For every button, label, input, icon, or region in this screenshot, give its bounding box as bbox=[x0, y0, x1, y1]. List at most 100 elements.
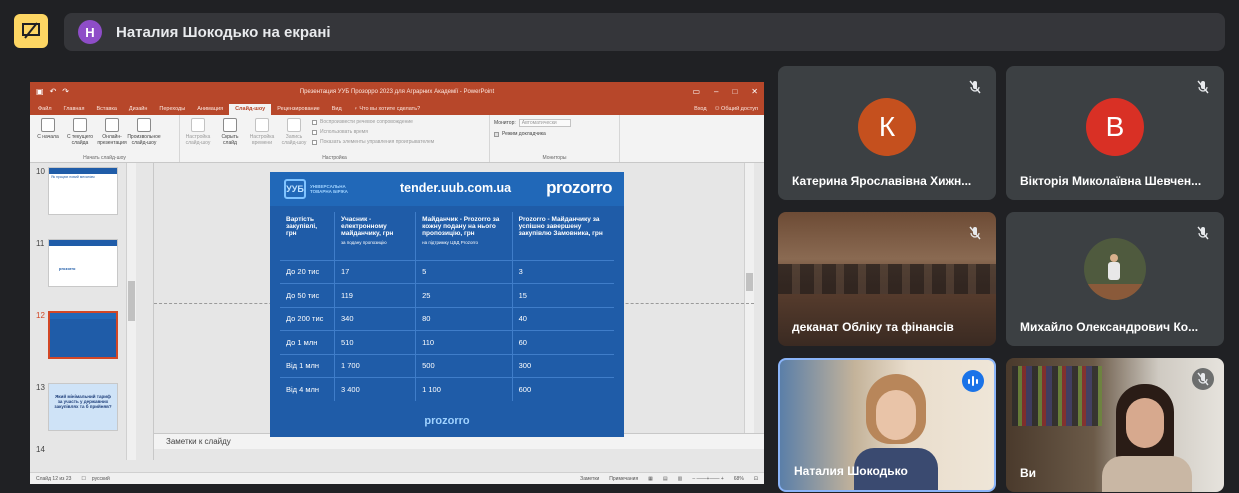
participant-name: Михайло Олександрович Ко... bbox=[1020, 320, 1199, 334]
zoom-slider[interactable]: – ——+—— + bbox=[692, 476, 723, 482]
tab-animations[interactable]: Анимация bbox=[191, 104, 229, 115]
show-media-controls-label: Показать элементы управления проигрывате… bbox=[320, 139, 435, 145]
table-cell: 510 bbox=[333, 330, 416, 354]
thumb-header-bar bbox=[50, 313, 116, 319]
ribbon-group-setup: Настройка слайд-шоу Скрыть слайд Настрой… bbox=[180, 115, 490, 162]
table-cell: 1 100 bbox=[415, 377, 513, 401]
tell-me-text: Что вы хотите сделать? bbox=[359, 106, 421, 112]
tab-view[interactable]: Вид bbox=[326, 104, 348, 115]
notes-toggle[interactable]: Заметки bbox=[580, 476, 599, 482]
thumb-number: 13 bbox=[36, 383, 45, 392]
participant-tile[interactable]: В Вікторія Миколаївна Шевчен... bbox=[1006, 66, 1224, 200]
monitor-select-row: Монитор: Автоматически bbox=[494, 119, 571, 127]
avatar-figure bbox=[1110, 254, 1118, 262]
participant-tile[interactable]: Михайло Олександрович Ко... bbox=[1006, 212, 1224, 346]
presenter-view-check[interactable]: Режим докладчика bbox=[494, 131, 571, 137]
mic-off-icon bbox=[1192, 76, 1214, 98]
use-timings-check[interactable]: Использовать время bbox=[312, 129, 434, 135]
participant-avatar bbox=[1084, 238, 1146, 300]
monitor-label: Монитор: bbox=[494, 120, 516, 126]
thumb-number: 14 bbox=[36, 445, 45, 454]
participant-tile-speaking[interactable]: Наталия Шокодько bbox=[778, 358, 996, 492]
participant-tile[interactable]: К Катерина Ярославівна Хижн... bbox=[778, 66, 996, 200]
table-cell: До 20 тис bbox=[280, 259, 335, 284]
presenting-banner: Н Наталия Шокодько на екрані bbox=[64, 13, 1225, 51]
reading-view-icon[interactable]: ▥ bbox=[678, 476, 683, 482]
language-indicator[interactable]: русский bbox=[92, 476, 110, 482]
zoom-level[interactable]: 68% bbox=[734, 476, 744, 482]
fit-slide-icon[interactable]: ⊡ bbox=[754, 476, 758, 482]
tell-me-box[interactable]: ♀ Что вы хотите сделать? bbox=[348, 104, 426, 115]
presenting-text: Наталия Шокодько на екрані bbox=[116, 23, 331, 41]
sign-in-link[interactable]: Вход bbox=[694, 106, 706, 112]
thumbnail-scroll-knob[interactable] bbox=[128, 281, 135, 321]
participant-avatar: В bbox=[1086, 98, 1144, 156]
slide-sorter-icon[interactable]: ▤ bbox=[663, 476, 668, 482]
ribbon-tabs: Файл Главная Вставка Дизайн Переходы Ани… bbox=[30, 101, 764, 115]
speaking-indicator-icon bbox=[962, 370, 984, 392]
group-name-setup: Настройка bbox=[322, 155, 347, 161]
participant-tile[interactable]: Ви bbox=[1006, 358, 1224, 492]
participant-tile[interactable]: деканат Обліку та фінансів bbox=[778, 212, 996, 346]
slide-thumbnail[interactable]: Який мінімальний тариф за участь у держа… bbox=[48, 383, 118, 431]
header-title: Вартість закупівлі, грн bbox=[286, 216, 318, 237]
group-name-start: Начать слайд-шоу bbox=[83, 155, 126, 161]
play-narrations-checkbox[interactable] bbox=[312, 119, 317, 125]
use-timings-checkbox[interactable] bbox=[312, 129, 317, 135]
rehearse-timings-icon bbox=[255, 118, 269, 132]
normal-view-icon[interactable]: ▦ bbox=[648, 476, 653, 482]
from-current-label: С текущего слайда bbox=[66, 134, 94, 146]
share-button[interactable]: ⚇ Общий доступ bbox=[715, 106, 758, 112]
monitor-select[interactable]: Автоматически bbox=[518, 119, 571, 127]
hide-slide-label: Скрыть слайд bbox=[221, 134, 239, 146]
thumb-number: 11 bbox=[36, 239, 45, 248]
comments-toggle[interactable]: Примечания bbox=[609, 476, 638, 482]
table-row: До 200 тис 340 80 40 bbox=[280, 306, 614, 331]
slide-counter: Слайд 12 из 23 bbox=[36, 475, 72, 482]
canvas-scroll-knob[interactable] bbox=[746, 273, 753, 291]
tab-design[interactable]: Дизайн bbox=[123, 104, 154, 115]
ribbon-group-start: С начала С текущего слайда Онлайн-презен… bbox=[30, 115, 180, 162]
presenter-view-checkbox[interactable] bbox=[494, 131, 499, 137]
shared-screen[interactable]: ▣ ↶ ↷ Презентация УУБ Прозорро 2023 для … bbox=[30, 82, 764, 484]
tab-home[interactable]: Главная bbox=[58, 104, 91, 115]
table-cell: 340 bbox=[333, 306, 416, 331]
spellcheck-icon[interactable]: ☐ bbox=[81, 476, 85, 482]
slide-thumbnail-selected[interactable] bbox=[48, 311, 118, 359]
show-media-controls-check[interactable]: Показать элементы управления проигрывате… bbox=[312, 139, 434, 145]
use-timings-label: Использовать время bbox=[320, 129, 368, 135]
thumbnail-scrollbar[interactable] bbox=[126, 163, 136, 460]
current-slide[interactable]: УУБ УНІВЕРСАЛЬНА ТОВАРНА БІРЖА tender.uu… bbox=[270, 172, 624, 437]
mic-off-icon bbox=[964, 222, 986, 244]
hide-slide-icon bbox=[223, 118, 237, 132]
thumb-text: Який мінімальний тариф за участь у держа… bbox=[54, 394, 112, 409]
tab-insert[interactable]: Вставка bbox=[90, 104, 122, 115]
tab-review[interactable]: Рецензирование bbox=[271, 104, 325, 115]
header-sub: за подану пропозицію bbox=[340, 240, 387, 245]
play-narrations-check[interactable]: Воспроизвести речевое сопровождение bbox=[312, 119, 434, 125]
participant-name: Вікторія Миколаївна Шевчен... bbox=[1020, 174, 1202, 188]
show-media-controls-checkbox[interactable] bbox=[312, 139, 317, 145]
tab-file[interactable]: Файл bbox=[32, 104, 58, 115]
slide-thumbnails[interactable]: 10 Як працює новий механізм 11 prozorro … bbox=[30, 163, 154, 460]
table-header: Prozorro - Майданчику за успішно заверше… bbox=[511, 212, 614, 260]
table-cell: 110 bbox=[415, 330, 513, 354]
table-row: Від 4 млн 3 400 1 100 600 bbox=[280, 377, 614, 401]
tab-transitions[interactable]: Переходы bbox=[153, 104, 191, 115]
slide-thumbnail[interactable]: Як працює новий механізм bbox=[48, 167, 118, 215]
from-current-icon bbox=[73, 118, 87, 132]
presentation-icon[interactable] bbox=[14, 14, 48, 48]
table-header-row: Вартість закупівлі, грн Учасник - електр… bbox=[280, 212, 614, 260]
header-title: Учасник - електронному майданчику, грн bbox=[340, 216, 394, 237]
canvas-scrollbar[interactable] bbox=[744, 163, 754, 433]
slide-thumbnail[interactable]: prozorro bbox=[48, 239, 118, 287]
table-row: До 50 тис 119 25 15 bbox=[280, 283, 614, 307]
video-feed-shelf bbox=[1012, 366, 1102, 426]
tab-slideshow[interactable]: Слайд-шоу bbox=[229, 104, 272, 115]
table-cell: 40 bbox=[511, 306, 614, 331]
table-cell: 5 bbox=[415, 259, 513, 284]
table-header: Вартість закупівлі, грн bbox=[280, 212, 334, 260]
table-row: До 20 тис 17 5 3 bbox=[280, 259, 614, 284]
table-cell: 60 bbox=[511, 330, 614, 354]
table-cell: 300 bbox=[511, 353, 614, 378]
